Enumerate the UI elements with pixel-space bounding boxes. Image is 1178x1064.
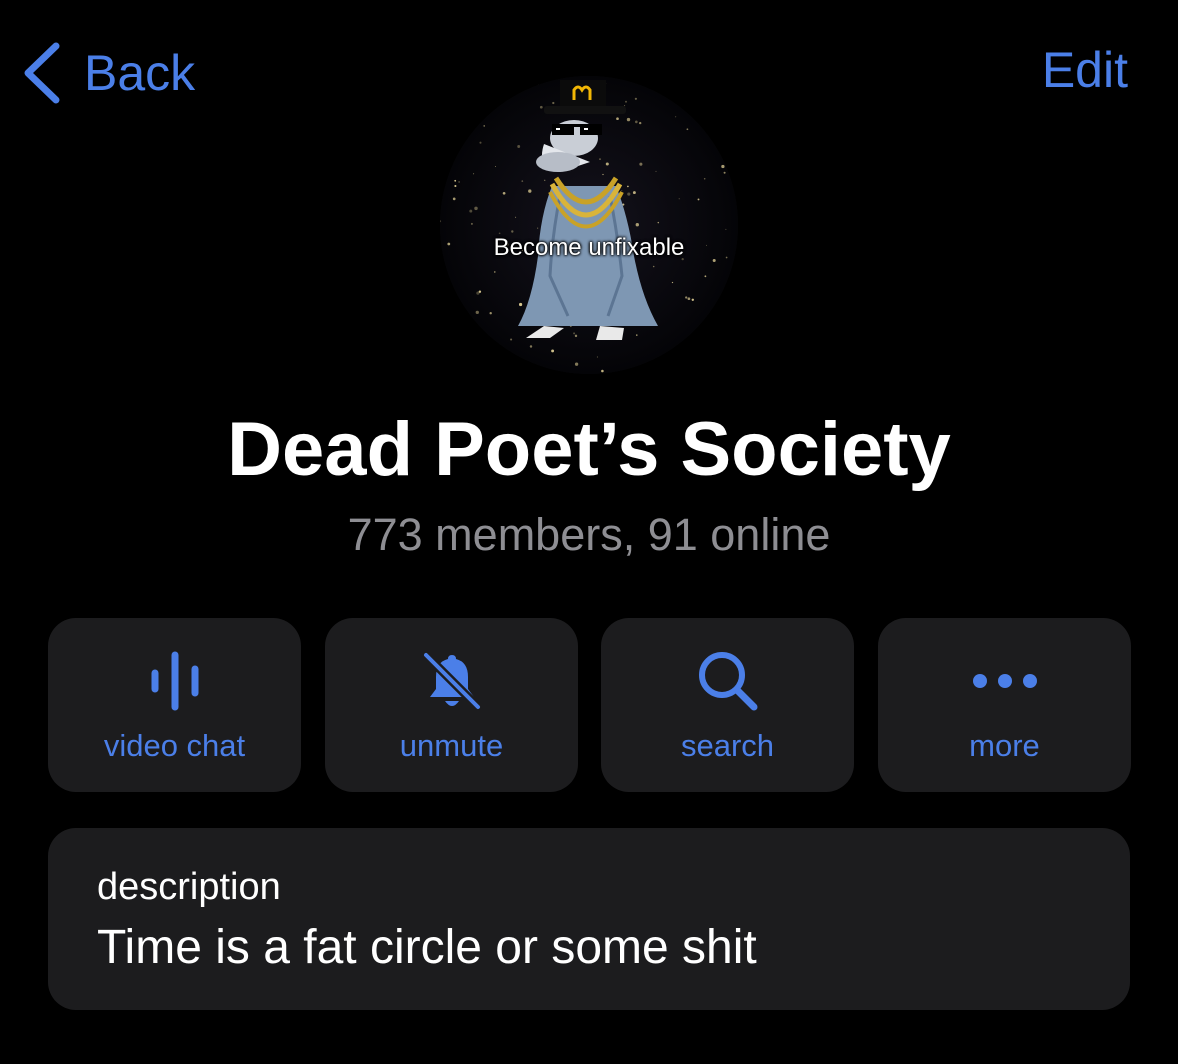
back-label: Back [84, 45, 196, 101]
ellipsis-icon [972, 674, 1037, 688]
description-text[interactable]: Time is a fat circle or some shit [97, 924, 757, 972]
description-card: description Time is a fat circle or some… [48, 828, 1130, 1010]
bell-slash-icon [422, 651, 481, 711]
back-button[interactable]: Back [20, 38, 195, 108]
unmute-label: unmute [399, 728, 504, 763]
unmute-button[interactable]: unmute [325, 618, 578, 792]
chevron-left-icon [24, 42, 60, 104]
more-label: more [969, 728, 1040, 763]
more-button[interactable]: more [878, 618, 1131, 792]
edit-button[interactable]: Edit [1042, 45, 1128, 95]
video-chat-label: video chat [103, 728, 246, 763]
member-count: 773 members, 91 online [347, 509, 831, 560]
avatar-image [440, 76, 738, 374]
search-icon [698, 652, 757, 711]
video-chat-button[interactable]: video chat [48, 618, 301, 792]
group-title: Dead Poet’s Society [227, 407, 951, 492]
avatar-caption: Become unfixable [493, 234, 685, 261]
group-avatar[interactable]: Become unfixable [440, 76, 738, 374]
search-button[interactable]: search [601, 618, 854, 792]
voice-chat-icon [151, 651, 198, 711]
search-label: search [680, 728, 775, 763]
description-label: description [97, 866, 281, 908]
